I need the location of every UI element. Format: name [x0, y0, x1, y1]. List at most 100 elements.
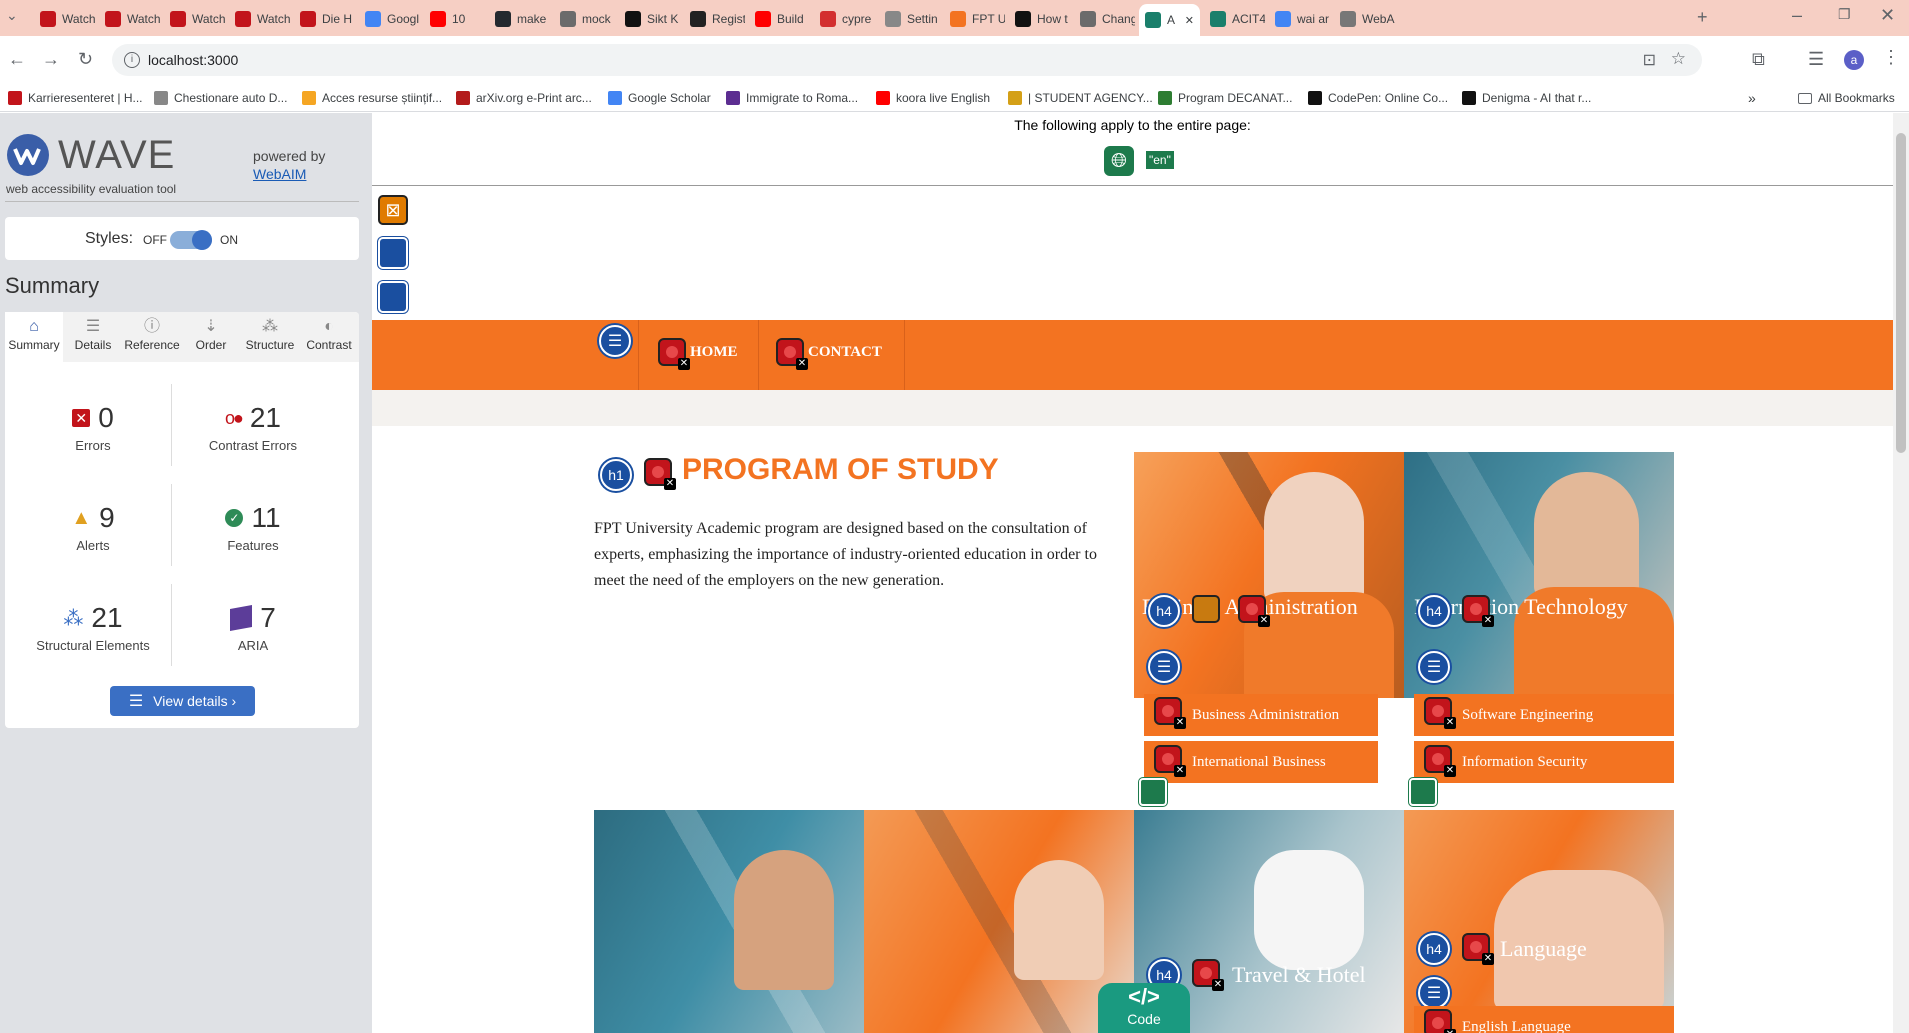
tab-reference[interactable]: ⓘ Reference — [123, 316, 181, 360]
tab-details[interactable]: ☰ Details — [64, 316, 122, 360]
menu-icon[interactable]: ⋮ — [1882, 48, 1900, 66]
forward-icon[interactable]: → — [42, 50, 60, 68]
bookmark-item[interactable]: koora live English — [876, 88, 990, 108]
bookmark-item[interactable]: Acces resurse științif... — [302, 88, 442, 108]
view-details-button[interactable]: ☰ View details › — [110, 686, 255, 716]
new-tab-icon[interactable]: + — [1697, 8, 1708, 26]
contrast-icon: ◐ — [324, 318, 334, 335]
card-title-travel[interactable]: Travel & Hotel — [1232, 955, 1412, 994]
browser-tab[interactable]: A ✕ — [1139, 4, 1200, 36]
program-card-design[interactable] — [594, 810, 864, 1033]
reading-list-icon[interactable]: ☰ — [1808, 50, 1824, 68]
tab-title: Googl — [387, 12, 420, 26]
list-structure-icon: ☰ — [1418, 651, 1450, 683]
site-info-icon[interactable]: i — [124, 52, 140, 68]
alerts-stat[interactable]: ▲ 9 Alerts — [18, 502, 168, 553]
browser-tab[interactable]: Watch — [99, 6, 160, 32]
structural-stat[interactable]: ⁂ 21 Structural Elements — [18, 602, 168, 653]
install-app-icon[interactable]: ⊡ — [1643, 50, 1656, 70]
back-icon[interactable]: ← — [8, 50, 26, 68]
error-icon: ✕ — [1424, 745, 1456, 777]
browser-tab[interactable]: FPT U — [944, 6, 1005, 32]
toggle-knob — [192, 230, 212, 250]
browser-tab[interactable]: ACIT4 — [1204, 6, 1265, 32]
tab-contrast-label: Contrast — [306, 338, 352, 352]
features-stat[interactable]: ✓ 11 Features — [178, 502, 328, 553]
bookmark-item[interactable]: Denigma - AI that r... — [1462, 88, 1591, 108]
tab-title: Watch — [192, 12, 225, 26]
navigation-region-icon — [378, 281, 408, 313]
extensions-icon[interactable]: ⧉ — [1752, 50, 1765, 68]
aria-cube-icon — [230, 605, 253, 631]
errors-stat[interactable]: ✕ 0 Errors — [18, 402, 168, 453]
contrast-errors-stat[interactable]: o● 21 Contrast Errors — [178, 402, 328, 453]
bookmark-item[interactable]: arXiv.org e-Print arc... — [456, 88, 592, 108]
contrast-count: 21 — [249, 402, 282, 433]
bookmark-item[interactable]: Chestionare auto D... — [154, 88, 287, 108]
browser-tab[interactable]: wai ar — [1269, 6, 1330, 32]
minimize-icon[interactable]: – — [1792, 6, 1802, 24]
styles-toggle-switch[interactable] — [170, 230, 212, 250]
features-label: Features — [227, 538, 279, 553]
browser-tab[interactable]: Regist — [684, 6, 745, 32]
browser-tab[interactable]: Googl — [359, 6, 420, 32]
tab-title: FPT U — [972, 12, 1005, 26]
structure-icon: ⁂ — [262, 318, 278, 335]
bookmark-item[interactable]: Google Scholar — [608, 88, 711, 108]
browser-tab[interactable]: make — [489, 6, 550, 32]
close-tab-icon[interactable]: ✕ — [1185, 14, 1194, 27]
tab-search-icon[interactable]: ⌄ — [6, 8, 18, 22]
bookmark-item[interactable]: | STUDENT AGENCY... — [1008, 88, 1153, 108]
bookmark-star-icon[interactable]: ☆ — [1671, 49, 1686, 69]
bookmark-favicon-icon — [456, 91, 470, 105]
profile-avatar[interactable]: a — [1844, 50, 1864, 70]
program-link[interactable]: Software Engineering — [1414, 694, 1674, 736]
bookmark-item[interactable]: Karrieresenteret | H... — [8, 88, 143, 108]
webaim-link[interactable]: WebAIM — [253, 166, 306, 182]
url-text[interactable]: localhost:3000 — [148, 52, 238, 68]
address-bar[interactable]: i localhost:3000 ⊡ ☆ — [112, 44, 1702, 76]
program-card-media[interactable] — [864, 810, 1134, 1033]
tab-title: Settin — [907, 12, 938, 26]
tab-contrast[interactable]: ◐ Contrast — [300, 316, 358, 360]
browser-tab[interactable]: Watch — [229, 6, 290, 32]
bookmarks-overflow-icon[interactable]: » — [1748, 88, 1756, 108]
student-photo — [1264, 472, 1364, 602]
aria-stat[interactable]: 7 ARIA — [178, 602, 328, 653]
card-title-language[interactable]: Language — [1500, 929, 1660, 968]
code-toggle-button[interactable]: </> Code — [1098, 983, 1190, 1033]
browser-tab[interactable]: Die H — [294, 6, 355, 32]
error-icon: ✕ — [1238, 595, 1270, 627]
browser-tab[interactable]: WebA — [1334, 6, 1395, 32]
browser-tab[interactable]: Chang — [1074, 6, 1135, 32]
browser-tab[interactable]: Build — [749, 6, 810, 32]
browser-tab[interactable]: How t — [1009, 6, 1070, 32]
browser-tab[interactable]: Sikt K — [619, 6, 680, 32]
browser-tab[interactable]: 10 — [424, 6, 485, 32]
all-bookmarks[interactable]: All Bookmarks — [1798, 88, 1895, 108]
bookmark-item[interactable]: CodePen: Online Co... — [1308, 88, 1448, 108]
program-link-label: Business Administration — [1192, 706, 1340, 723]
tab-structure[interactable]: ⁂ Structure — [241, 316, 299, 360]
restore-icon[interactable]: ❐ — [1838, 7, 1851, 21]
browser-tab[interactable]: Watch — [34, 6, 95, 32]
h4-badge: h4 — [1418, 595, 1450, 627]
nav-home-link[interactable]: ✕ HOME — [658, 338, 738, 370]
close-window-icon[interactable]: ✕ — [1880, 6, 1895, 24]
structure-tree-icon: ⁂ — [63, 607, 84, 630]
tab-order[interactable]: ⇣ Order — [182, 316, 240, 360]
bookmark-item[interactable]: Program DECANAT... — [1158, 88, 1292, 108]
tab-summary-label: Summary — [8, 338, 60, 352]
error-icon: ✕ — [1154, 745, 1186, 777]
tab-summary[interactable]: ⌂ Summary — [5, 316, 63, 360]
browser-tab[interactable]: mock — [554, 6, 615, 32]
browser-tab[interactable]: Watch — [164, 6, 225, 32]
reload-icon[interactable]: ↻ — [78, 50, 93, 68]
nav-home-label: HOME — [690, 343, 738, 360]
scrollbar-thumb[interactable] — [1896, 133, 1906, 453]
browser-tab[interactable]: cypre — [814, 6, 875, 32]
nav-contact-link[interactable]: ✕ CONTACT — [776, 338, 882, 370]
page-scrollbar[interactable] — [1893, 113, 1909, 1033]
bookmark-item[interactable]: Immigrate to Roma... — [726, 88, 858, 108]
browser-tab[interactable]: Settin — [879, 6, 940, 32]
